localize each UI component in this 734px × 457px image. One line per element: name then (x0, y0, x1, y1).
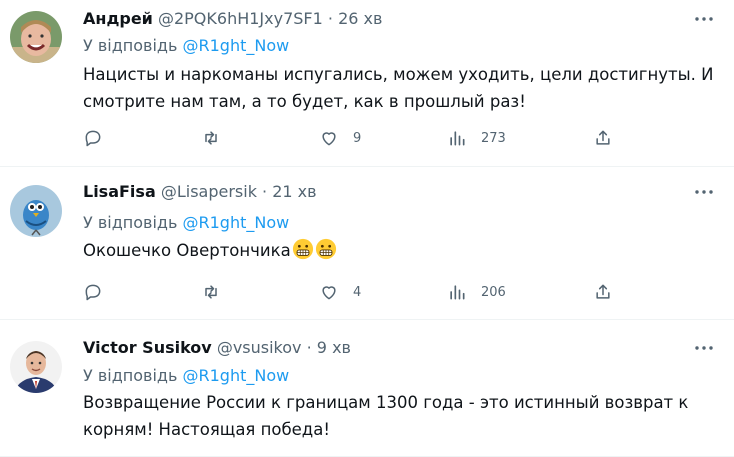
dot-separator: · (262, 182, 268, 201)
reply-mention-link[interactable]: @R1ght_Now (182, 36, 289, 55)
grimacing-emoji-icon (315, 238, 336, 260)
share-icon (596, 284, 610, 299)
avatar-image (10, 11, 62, 63)
action-bar: 9 273 (83, 127, 623, 149)
tweet-body: Окошечко Овертончика (83, 237, 723, 264)
reply-context: У відповідь @R1ght_Now (83, 366, 289, 386)
reply-prefix: У відповідь (83, 366, 178, 385)
tweet-2: LisaFisa @Lisapersik · 21 хв У відповідь… (0, 167, 734, 320)
author-name[interactable]: LisaFisa (83, 182, 156, 201)
author-handle[interactable]: @vsusikov (217, 338, 302, 357)
author-name[interactable]: Victor Susikov (83, 338, 212, 357)
avatar[interactable] (10, 341, 62, 393)
tweet-header: Андрей @2PQK6hH1Jxy7SF1 · 26 хв (83, 9, 382, 29)
action-bar: 4 206 (83, 281, 623, 303)
reply-prefix: У відповідь (83, 36, 178, 55)
timestamp[interactable]: 21 хв (272, 182, 316, 201)
timestamp[interactable]: 9 хв (317, 338, 351, 357)
share-button[interactable] (593, 281, 613, 303)
timestamp[interactable]: 26 хв (338, 9, 382, 28)
author-handle[interactable]: @2PQK6hH1Jxy7SF1 (158, 9, 323, 28)
author-name[interactable]: Андрей (83, 9, 153, 28)
share-icon (596, 130, 610, 145)
author-handle[interactable]: @Lisapersik (161, 182, 257, 201)
views-icon (450, 131, 465, 146)
views-icon (450, 285, 465, 300)
share-button[interactable] (593, 127, 613, 149)
tweet-1: Андрей @2PQK6hH1Jxy7SF1 · 26 хв У відпов… (0, 0, 734, 167)
avatar[interactable] (10, 185, 62, 237)
retweet-icon (205, 131, 217, 145)
reply-button[interactable] (83, 127, 103, 149)
retweet-button[interactable] (201, 127, 221, 149)
reply-mention-link[interactable]: @R1ght_Now (182, 366, 289, 385)
avatar[interactable] (10, 11, 62, 63)
view-count: 273 (481, 130, 506, 146)
like-icon (322, 286, 336, 300)
tweet-text: Нацисты и наркоманы испугались, можем ух… (83, 65, 714, 111)
grimacing-emoji-icon (292, 238, 313, 260)
dot-separator: · (306, 338, 312, 357)
tweet-header: Victor Susikov @vsusikov · 9 хв (83, 338, 351, 358)
retweet-icon (205, 285, 217, 299)
like-button[interactable]: 9 (319, 127, 361, 149)
like-count: 4 (353, 284, 362, 300)
reply-prefix: У відповідь (83, 213, 178, 232)
like-count: 9 (353, 130, 362, 146)
reply-icon (85, 284, 101, 301)
views-button[interactable]: 206 (447, 281, 506, 303)
retweet-button[interactable] (201, 281, 221, 303)
more-icon[interactable] (694, 9, 714, 29)
more-icon[interactable] (694, 338, 714, 358)
tweet-text: Окошечко Овертончика (83, 241, 291, 260)
view-count: 206 (481, 284, 506, 300)
views-button[interactable]: 273 (447, 127, 506, 149)
more-icon[interactable] (694, 182, 714, 202)
reply-button[interactable] (83, 281, 103, 303)
reply-icon (85, 130, 101, 147)
tweet-3: Victor Susikov @vsusikov · 9 хв У відпов… (0, 320, 734, 457)
reply-mention-link[interactable]: @R1ght_Now (182, 213, 289, 232)
dot-separator: · (327, 9, 333, 28)
like-button[interactable]: 4 (319, 281, 361, 303)
avatar-image (10, 341, 62, 393)
like-icon (322, 132, 336, 146)
tweet-header: LisaFisa @Lisapersik · 21 хв (83, 182, 317, 202)
avatar-image (10, 185, 62, 237)
reply-context: У відповідь @R1ght_Now (83, 36, 289, 56)
reply-context: У відповідь @R1ght_Now (83, 213, 289, 233)
tweet-text: Возвращение России к границам 1300 года … (83, 393, 689, 439)
